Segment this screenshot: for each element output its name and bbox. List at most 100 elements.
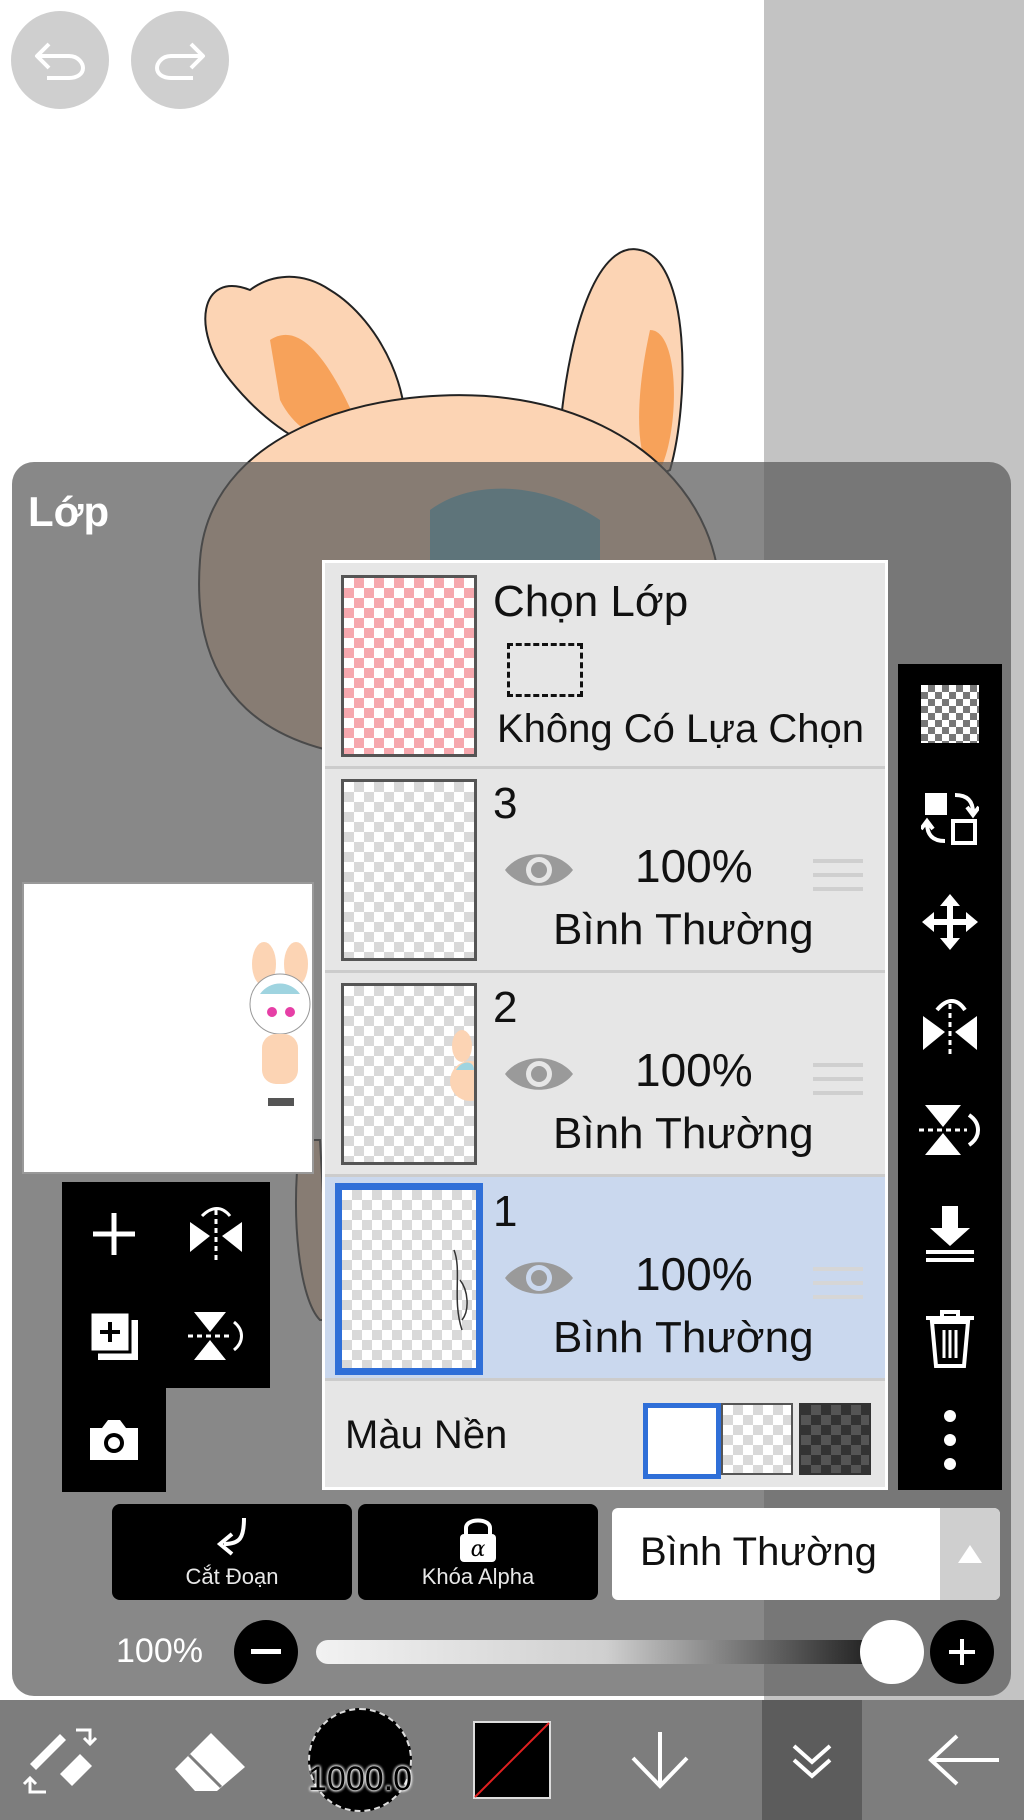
layer-thumbnail-art (450, 1030, 490, 1101)
eraser-icon (175, 1733, 245, 1791)
tool-switch-button[interactable] (0, 1700, 120, 1820)
layer-down-button[interactable] (600, 1700, 720, 1820)
opacity-label: 100% (116, 1632, 203, 1670)
clip-arrow-icon (216, 1517, 246, 1556)
trash-icon (926, 1310, 974, 1368)
selection-status: Không Có Lựa Chọn (497, 707, 865, 751)
layer-opacity: 100% (635, 840, 753, 892)
move-icon (922, 894, 978, 950)
undo-icon (35, 42, 86, 80)
camera-import-button[interactable] (64, 1390, 164, 1490)
alpha-lock-button[interactable]: α Khóa Alpha (358, 1504, 598, 1600)
preview-artwork (249, 942, 311, 1106)
eye-icon[interactable] (503, 1049, 575, 1099)
layer-opacity: 100% (635, 1044, 753, 1096)
delete-layer-button[interactable] (898, 1288, 1002, 1388)
flip-vertical-icon (919, 1105, 980, 1155)
layer-row[interactable]: 2 100% Bình Thường (325, 973, 885, 1177)
brush-size-button[interactable]: 1000.0 (300, 1700, 420, 1820)
more-vertical-icon (944, 1410, 956, 1470)
svg-text:α: α (471, 1537, 486, 1562)
layer-number: 3 (493, 779, 518, 828)
redo-icon (154, 42, 205, 80)
flip-layer-vertical-button[interactable] (166, 1286, 266, 1386)
back-button[interactable] (904, 1700, 1024, 1820)
clipping-button[interactable]: Cắt Đoạn (112, 1504, 352, 1600)
flip-vertical-icon (188, 1312, 243, 1360)
triangle-up-icon (958, 1545, 982, 1563)
drag-handle-icon[interactable] (811, 855, 865, 895)
color-swatch-icon (473, 1721, 551, 1799)
clipping-label: Cắt Đoạn (185, 1564, 279, 1589)
drag-handle-icon[interactable] (811, 1263, 865, 1303)
layer-blend-mode: Bình Thường (553, 1109, 814, 1158)
layer-thumbnail-art (453, 1249, 468, 1331)
opacity-slider-track[interactable] (316, 1640, 896, 1664)
layer-number: 2 (493, 983, 518, 1032)
layer-thumbnail (341, 779, 477, 961)
plus-icon (949, 1639, 975, 1665)
layers-list: Chọn Lớp Không Có Lựa Chọn 3 100% Bình T… (322, 560, 888, 1490)
layers-panel-toggle[interactable] (762, 1700, 862, 1820)
blend-mode-toggle[interactable] (940, 1508, 1000, 1600)
selection-layer-row[interactable]: Chọn Lớp Không Có Lựa Chọn (325, 563, 885, 769)
background-color-row: Màu Nền (325, 1381, 885, 1487)
undo-button[interactable] (11, 11, 109, 109)
brush-eraser-switch-icon (22, 1728, 98, 1794)
swap-layer-button[interactable] (898, 768, 1002, 868)
transparency-icon (921, 685, 979, 743)
minus-icon (251, 1649, 281, 1654)
more-options-button[interactable] (898, 1390, 1002, 1490)
layer-blend-mode: Bình Thường (553, 905, 814, 954)
alpha-lock-label: Khóa Alpha (421, 1564, 535, 1589)
layer-row-selected[interactable]: 1 100% Bình Thường (325, 1177, 885, 1381)
eraser-tool-button[interactable] (150, 1700, 270, 1820)
panel-title: Lớp (28, 488, 110, 535)
color-picker-button[interactable] (452, 1700, 572, 1820)
camera-icon (90, 1420, 138, 1460)
layer-thumbnail (335, 1183, 483, 1375)
selection-marquee-icon (507, 643, 583, 697)
duplicate-layer-icon (88, 1310, 138, 1360)
eye-icon[interactable] (503, 845, 575, 895)
redo-button[interactable] (131, 11, 229, 109)
double-chevron-down-icon (792, 1744, 832, 1779)
flip-horizontal-icon (190, 1207, 242, 1260)
opacity-decrease-button[interactable] (234, 1620, 298, 1684)
new-transparent-layer-button[interactable] (898, 664, 1002, 764)
layer-actions-toolbar (898, 664, 1002, 1490)
background-transparent-option[interactable] (721, 1403, 793, 1475)
plus-icon (93, 1213, 135, 1255)
move-layer-button[interactable] (898, 872, 1002, 972)
flip-horizontal-icon (923, 999, 977, 1056)
eye-icon[interactable] (503, 1253, 575, 1303)
brush-size-value: 1000.0 (308, 1760, 412, 1798)
duplicate-layer-button[interactable] (64, 1286, 164, 1386)
arrow-left-icon (928, 1734, 999, 1786)
drag-handle-icon[interactable] (811, 1059, 865, 1099)
flip-layer-horizontal-button[interactable] (166, 1184, 266, 1284)
layer-thumbnail (341, 983, 490, 1165)
background-dark-option[interactable] (799, 1403, 871, 1475)
layer-row[interactable]: 3 100% Bình Thường (325, 769, 885, 973)
brush-size-preview: 1000.0 (308, 1708, 412, 1812)
merge-down-button[interactable] (898, 1184, 1002, 1284)
arrow-down-icon (631, 1732, 689, 1789)
merge-down-icon (926, 1206, 974, 1262)
opacity-slider-thumb[interactable] (860, 1620, 924, 1684)
selection-layer-thumbnail (341, 575, 477, 757)
layer-number: 1 (493, 1187, 518, 1236)
blend-mode-value: Bình Thường (640, 1530, 877, 1574)
background-color-label: Màu Nền (345, 1413, 508, 1457)
flip-horizontal-button[interactable] (898, 976, 1002, 1076)
selection-layer-title: Chọn Lớp (493, 577, 689, 626)
canvas-preview[interactable] (22, 882, 314, 1174)
layer-opacity: 100% (635, 1248, 753, 1300)
background-white-option[interactable] (643, 1403, 721, 1479)
layer-blend-mode: Bình Thường (553, 1313, 814, 1362)
flip-vertical-button[interactable] (898, 1080, 1002, 1180)
lock-icon: α (460, 1518, 496, 1562)
add-layer-button[interactable] (64, 1184, 164, 1284)
opacity-increase-button[interactable] (930, 1620, 994, 1684)
swap-icon (921, 793, 979, 845)
